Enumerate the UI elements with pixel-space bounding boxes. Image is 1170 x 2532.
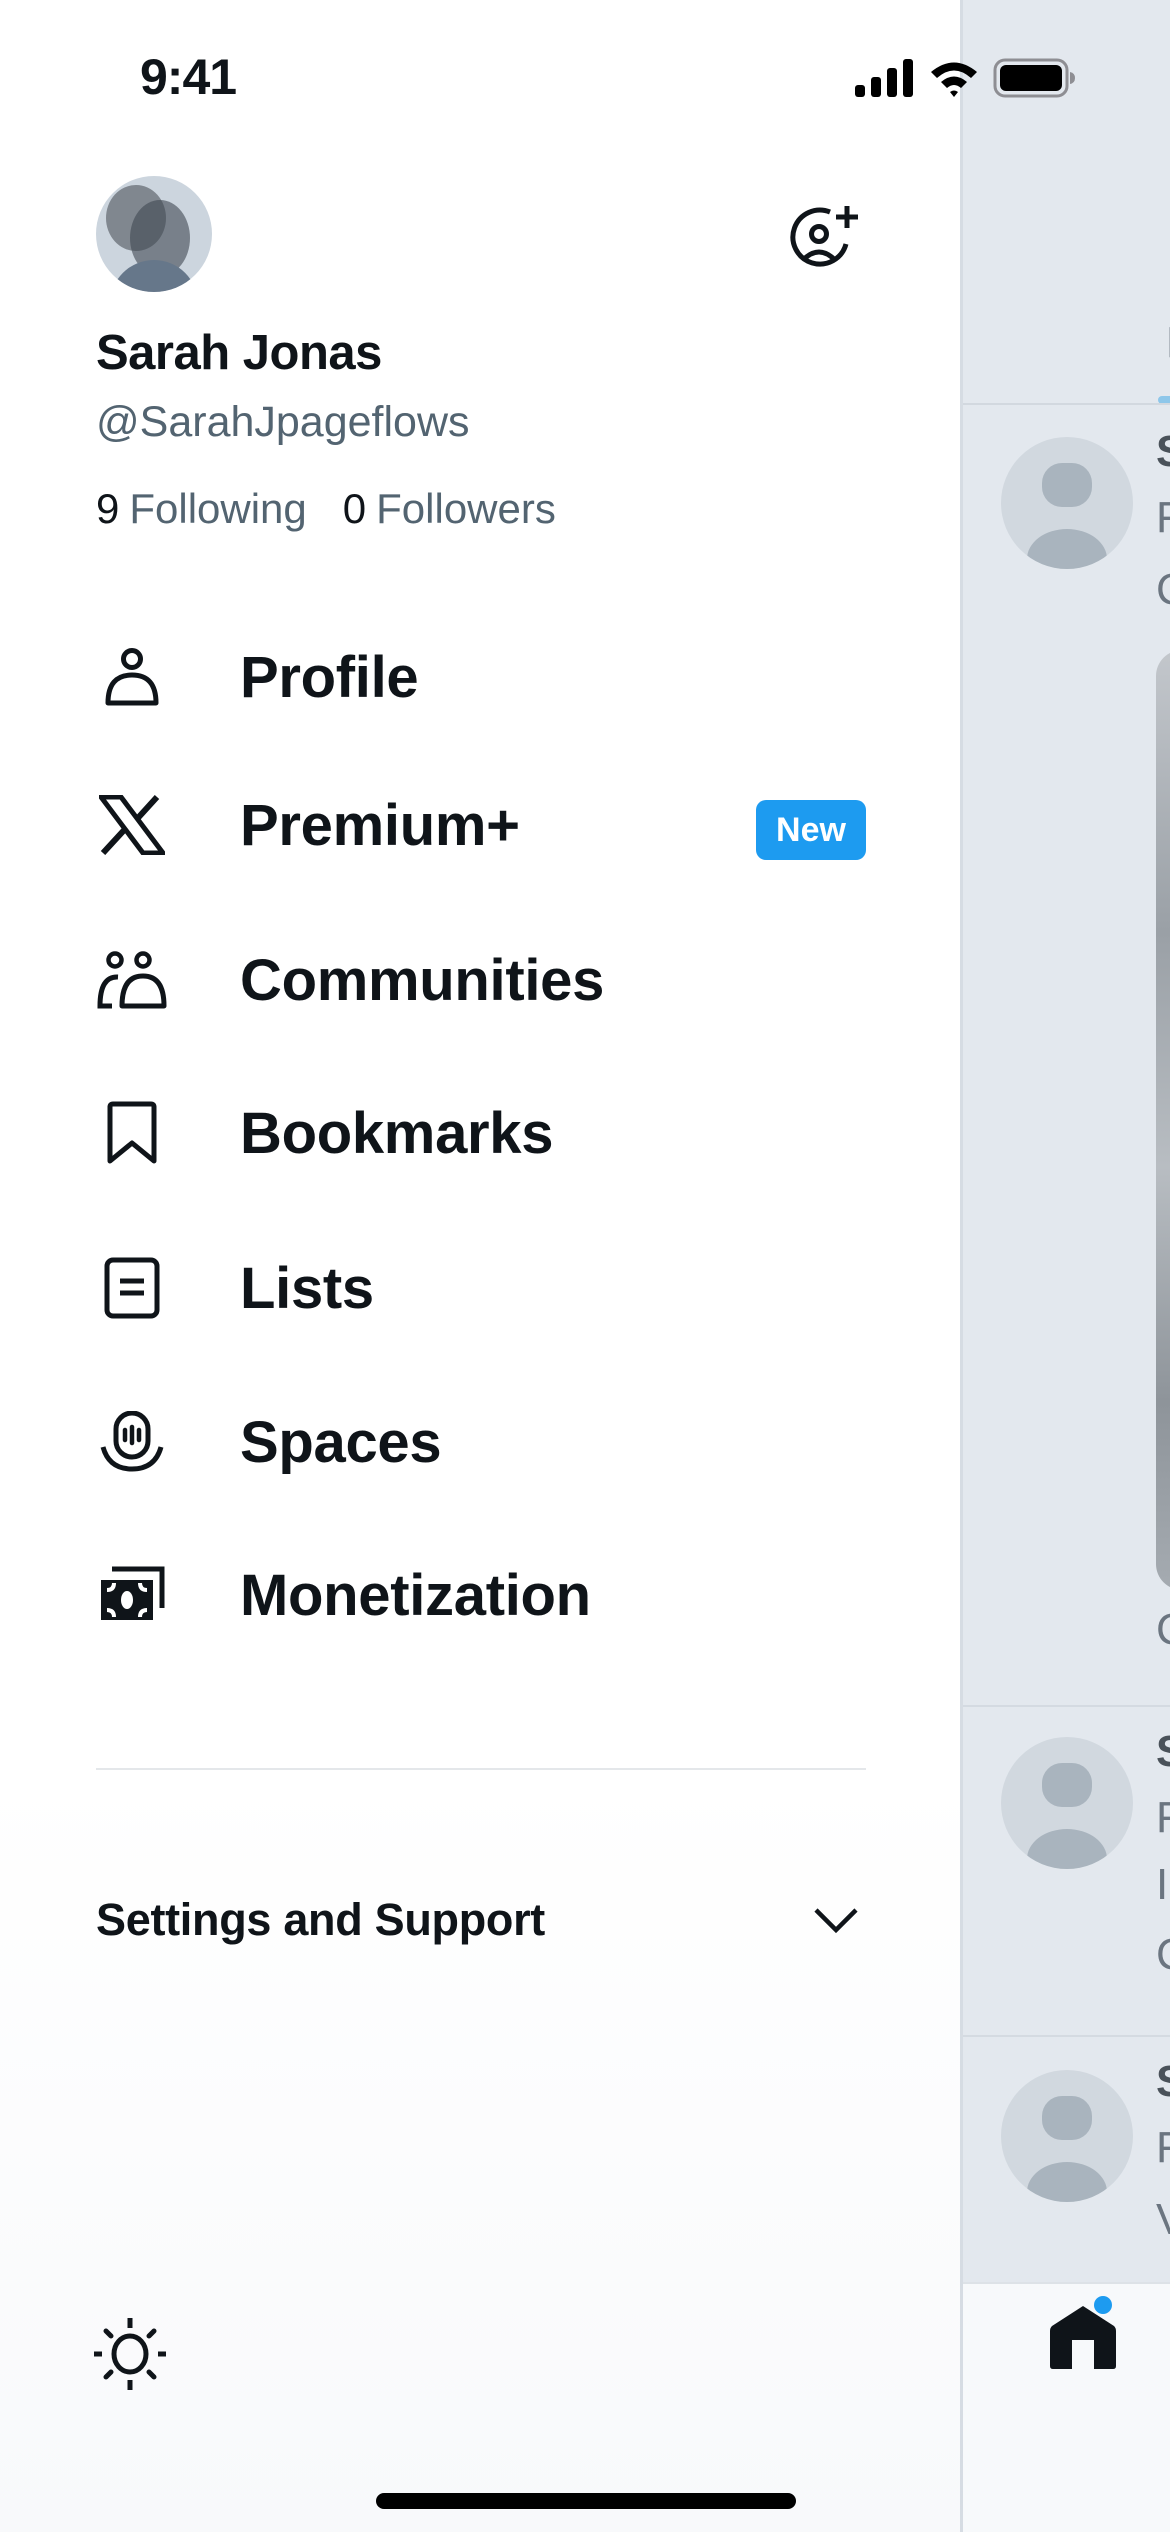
menu-item-label: Premium+ [240, 792, 520, 858]
post-action[interactable]: C [1156, 1930, 1170, 1980]
follow-stats: 9 Following 0 Followers [96, 485, 556, 533]
spaces-icon [96, 1406, 168, 1478]
add-account-icon[interactable] [786, 200, 862, 276]
lists-icon [96, 1252, 168, 1324]
following-count: 9 [96, 485, 120, 532]
menu-item-communities[interactable]: Communities [96, 925, 866, 1035]
new-badge: New [756, 800, 866, 860]
background-timeline[interactable]: F S F C C S F I C S F V [960, 0, 1170, 2532]
post-handle: F [1156, 493, 1170, 542]
settings-label: Settings and Support [96, 1894, 545, 1945]
status-icons [855, 58, 1075, 98]
drawer-divider [96, 1768, 866, 1770]
person-icon [96, 641, 168, 713]
post-media[interactable] [1156, 650, 1170, 1590]
post-handle: F [1156, 1793, 1170, 1842]
settings-and-support-toggle[interactable]: Settings and Support [96, 1880, 866, 1960]
feed-post[interactable]: S F I C [963, 1705, 1170, 2037]
menu-item-label: Spaces [240, 1409, 442, 1475]
menu-item-label: Bookmarks [240, 1100, 554, 1166]
post-avatar [1001, 2070, 1133, 2202]
bottom-nav [963, 2282, 1170, 2532]
avatar[interactable] [96, 176, 212, 292]
battery-icon [993, 58, 1075, 98]
post-action[interactable]: C [1156, 1605, 1170, 1655]
following-link[interactable]: 9 Following [96, 485, 307, 533]
timeline-tab-label[interactable]: F [1166, 318, 1170, 368]
menu-item-label: Monetization [240, 1562, 591, 1628]
followers-count: 0 [342, 485, 367, 532]
wifi-icon [931, 62, 977, 97]
menu-item-premium[interactable]: Premium+ New [96, 770, 866, 880]
bookmark-icon [96, 1097, 168, 1169]
post-avatar [1001, 437, 1133, 569]
post-avatar [1001, 1737, 1133, 1869]
x-logo-icon [96, 789, 168, 861]
post-author: S [1156, 1727, 1170, 1777]
followers-label: Followers [376, 485, 556, 532]
status-time: 9:41 [140, 49, 237, 105]
sun-icon[interactable] [92, 2316, 168, 2392]
post-author: S [1156, 427, 1170, 477]
account-name[interactable]: Sarah Jonas [96, 325, 382, 381]
chevron-down-icon [814, 1908, 858, 1934]
notification-dot [1094, 2296, 1112, 2314]
menu-item-lists[interactable]: Lists [96, 1233, 866, 1343]
home-indicator[interactable] [376, 2493, 796, 2509]
money-icon [96, 1559, 168, 1631]
menu-item-profile[interactable]: Profile [96, 622, 866, 732]
post-text: C [1156, 565, 1170, 615]
menu-item-label: Profile [240, 644, 419, 710]
post-author: S [1156, 2057, 1170, 2107]
menu-item-label: Lists [240, 1255, 374, 1321]
account-handle[interactable]: @SarahJpageflows [96, 398, 470, 447]
communities-icon [96, 944, 168, 1016]
following-label: Following [129, 485, 307, 532]
feed-post[interactable]: S F C C [963, 405, 1170, 1707]
cellular-signal-icon [855, 59, 913, 97]
menu-item-bookmarks[interactable]: Bookmarks [96, 1078, 866, 1188]
navigation-drawer: Sarah Jonas @SarahJpageflows 9 Following … [0, 0, 960, 2532]
menu-item-spaces[interactable]: Spaces [96, 1387, 866, 1497]
feed-post[interactable]: S F V [963, 2035, 1170, 2282]
menu-item-monetization[interactable]: Monetization [96, 1540, 866, 1650]
post-text: V [1156, 2195, 1170, 2245]
followers-link[interactable]: 0 Followers [343, 485, 556, 533]
post-text: I [1156, 1860, 1169, 1909]
menu-item-label: Communities [240, 947, 605, 1013]
post-handle: F [1156, 2123, 1170, 2172]
status-bar: 9:41 [0, 0, 1170, 150]
